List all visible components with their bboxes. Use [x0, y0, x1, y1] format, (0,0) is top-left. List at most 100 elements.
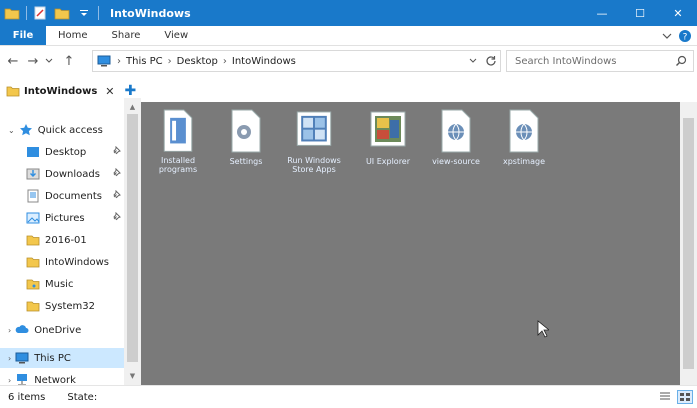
help-icon[interactable]: ? — [677, 28, 693, 44]
sidebar-item-pictures[interactable]: Pictures — [26, 208, 124, 228]
status-bar: 6 items State: — [0, 385, 697, 408]
ribbon-tabs: File Home Share View ? — [0, 26, 697, 46]
desktop-icon — [27, 147, 39, 157]
sidebar-item-label: OneDrive — [34, 324, 82, 336]
file-label: view-source — [432, 157, 480, 166]
maximize-button[interactable]: ☐ — [621, 0, 659, 26]
sidebar-item-label: Pictures — [45, 212, 85, 224]
file-label: xpstimage — [502, 157, 546, 166]
sidebar-item-desktop[interactable]: Desktop — [26, 142, 124, 162]
file-item[interactable]: view-source — [423, 108, 489, 174]
close-button[interactable]: ✕ — [659, 0, 697, 26]
folder-icon — [26, 235, 40, 246]
document-icon — [163, 109, 193, 152]
folder-icon — [6, 85, 20, 97]
tab-file[interactable]: File — [0, 26, 46, 45]
sidebar-item-system32[interactable]: System32 — [26, 296, 95, 316]
back-button[interactable]: ← — [4, 51, 22, 71]
file-item[interactable]: Installed programs — [145, 108, 211, 174]
address-row: ← → ↑ › This PC › Desktop › IntoWindows … — [0, 46, 697, 76]
pin-icon — [112, 145, 121, 158]
downloads-icon — [26, 168, 40, 180]
tab-view[interactable]: View — [152, 26, 200, 45]
breadcrumb-this-pc[interactable]: This PC — [126, 56, 163, 67]
breadcrumb-desktop[interactable]: Desktop — [177, 56, 218, 67]
content-scrollbar[interactable] — [680, 102, 697, 385]
expand-chevron-icon[interactable]: › — [8, 354, 11, 363]
add-tab-icon[interactable]: ✚ — [125, 83, 137, 99]
forward-button[interactable]: → — [24, 51, 42, 71]
sidebar-item-label: IntoWindows — [45, 256, 109, 268]
nav-scroll-thumb[interactable] — [127, 114, 138, 362]
nav-tab-label[interactable]: IntoWindows — [24, 86, 97, 97]
sidebar-item-2016-01[interactable]: 2016-01 — [26, 230, 87, 250]
file-label: Settings — [229, 157, 263, 166]
sidebar-item-label: Desktop — [45, 146, 87, 158]
file-list-area[interactable]: Installed programs Settings Run Windows … — [141, 102, 697, 385]
close-icon[interactable]: ✕ — [105, 85, 114, 98]
nav-scrollbar[interactable]: ▲ ▼ — [124, 98, 141, 385]
this-pc-icon — [97, 55, 111, 67]
tab-home[interactable]: Home — [46, 26, 100, 45]
folder-icon[interactable] — [4, 5, 20, 21]
navigation-pane: IntoWindows ✕ ✚ ▲ ▼ ⌄ Quick access Deskt… — [0, 76, 141, 386]
pin-icon — [112, 189, 121, 202]
file-item[interactable]: xpstimage — [491, 108, 557, 174]
documents-icon — [27, 189, 39, 203]
nav-tab-strip: IntoWindows ✕ ✚ — [0, 82, 136, 100]
recent-locations-button[interactable] — [42, 51, 56, 71]
file-item[interactable]: Run Windows Store Apps — [281, 108, 347, 174]
quick-access-toolbar — [0, 0, 104, 26]
qat-dropdown-icon[interactable] — [76, 5, 92, 21]
svg-text:?: ? — [683, 33, 688, 43]
sidebar-item-documents[interactable]: Documents — [26, 186, 124, 206]
breadcrumb-separator: › — [167, 55, 172, 67]
sidebar-item-label: Network — [34, 374, 76, 386]
sidebar-item-quick-access[interactable]: ⌄ Quick access — [8, 120, 103, 140]
sidebar-item-this-pc[interactable]: › This PC — [0, 348, 124, 368]
expand-chevron-icon[interactable]: › — [8, 326, 11, 335]
expand-ribbon-icon[interactable] — [659, 28, 675, 44]
sidebar-item-label: This PC — [34, 352, 71, 364]
pictures-icon — [26, 212, 40, 224]
folder-icon — [26, 301, 40, 312]
pin-icon — [112, 211, 121, 224]
search-input[interactable]: Search IntoWindows — [506, 50, 694, 72]
address-dropdown-icon[interactable] — [466, 54, 480, 68]
details-view-icon[interactable] — [657, 390, 673, 404]
settings-icon — [231, 109, 261, 153]
html-file-icon — [509, 109, 539, 153]
large-icons-view-icon[interactable] — [677, 390, 693, 404]
sidebar-item-intowindows[interactable]: IntoWindows — [26, 252, 109, 272]
state-label: State: — [67, 391, 98, 403]
search-icon[interactable] — [675, 55, 687, 70]
music-icon — [26, 279, 40, 290]
sidebar-item-downloads[interactable]: Downloads — [26, 164, 124, 184]
breadcrumb-separator: › — [222, 55, 227, 67]
star-icon — [19, 124, 32, 136]
expand-chevron-icon[interactable]: ⌄ — [8, 126, 15, 135]
sidebar-item-label: Downloads — [45, 168, 100, 180]
computer-icon — [15, 352, 29, 364]
pin-icon — [112, 167, 121, 180]
explorer-app-icon — [370, 111, 406, 147]
breadcrumb-intowindows[interactable]: IntoWindows — [232, 56, 296, 67]
refresh-icon[interactable] — [484, 54, 498, 68]
up-button[interactable]: ↑ — [60, 51, 78, 71]
properties-icon[interactable] — [32, 5, 48, 21]
scroll-up-icon[interactable]: ▲ — [124, 100, 141, 114]
sidebar-item-onedrive[interactable]: › OneDrive — [8, 320, 81, 340]
mouse-pointer-icon — [537, 320, 549, 338]
scroll-down-icon[interactable]: ▼ — [124, 369, 141, 383]
address-bar[interactable]: › This PC › Desktop › IntoWindows — [92, 50, 501, 72]
tab-share[interactable]: Share — [100, 26, 153, 45]
minimize-button[interactable]: — — [583, 0, 621, 26]
search-placeholder: Search IntoWindows — [515, 55, 617, 67]
new-folder-icon[interactable] — [54, 5, 70, 21]
file-item[interactable]: UI Explorer — [355, 108, 421, 174]
file-item[interactable]: Settings — [213, 108, 279, 174]
sidebar-item-music[interactable]: Music — [26, 274, 73, 294]
expand-chevron-icon[interactable]: › — [8, 376, 11, 385]
item-count: 6 items — [8, 391, 46, 403]
content-scroll-thumb[interactable] — [683, 118, 694, 369]
